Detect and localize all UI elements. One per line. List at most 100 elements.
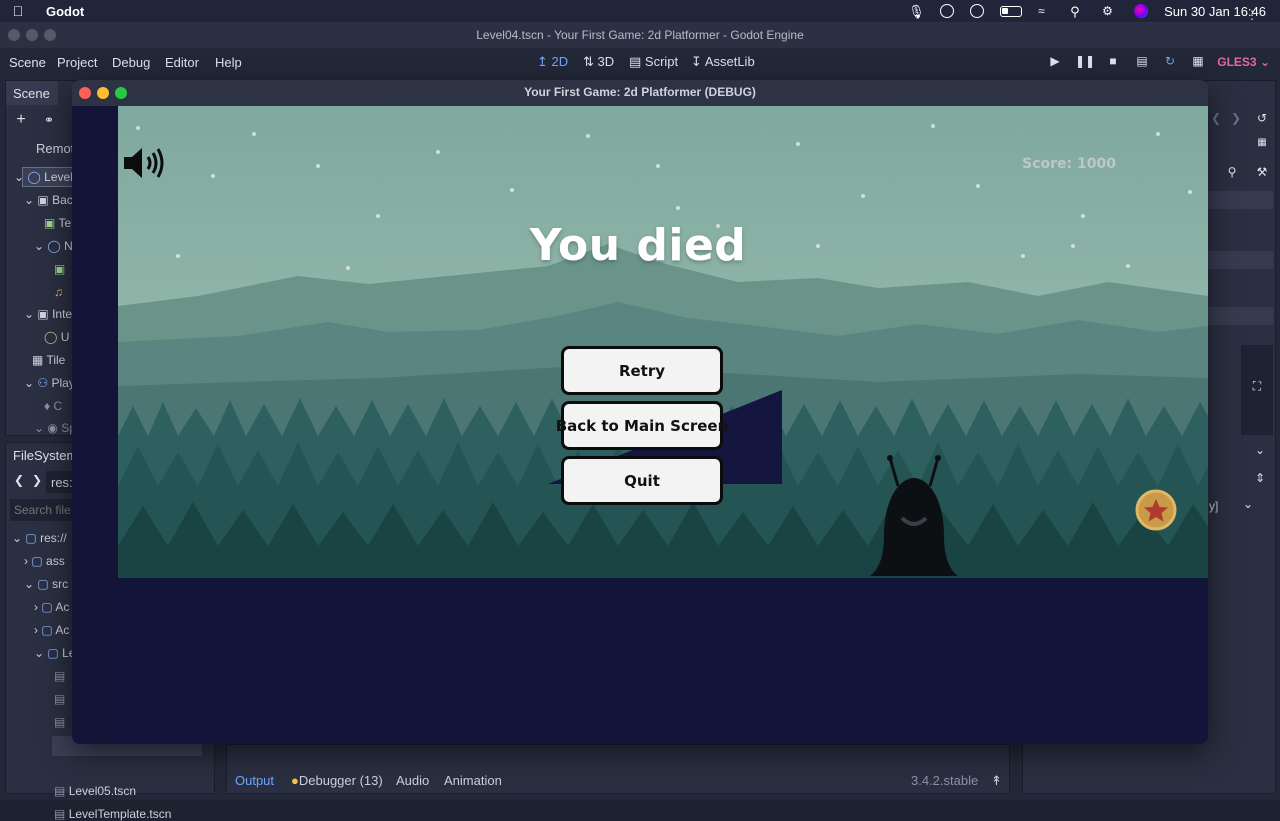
siri-icon[interactable]	[1134, 4, 1149, 18]
property-row	[1203, 191, 1273, 209]
tree-item-player[interactable]: ⌄ ⚇ Play	[24, 376, 75, 390]
tree-item-texture[interactable]: ▣ Te	[44, 216, 71, 230]
tree-item-background[interactable]: ⌄ ▣ Bac	[24, 193, 73, 207]
fs-item-assets[interactable]: › ▢ ass	[24, 554, 65, 568]
tree-item-level[interactable]: ⌄ ◯ Level	[14, 170, 73, 184]
reload-icon[interactable]: ↻	[1161, 54, 1179, 68]
fs-item-leveltemplate[interactable]: ▤ LevelTemplate.tscn	[54, 807, 171, 821]
menu-editor[interactable]: Editor	[165, 55, 199, 70]
tree-item-tilemap[interactable]: ▦ Tile	[32, 353, 65, 367]
warning-dot-icon: ●	[291, 773, 299, 788]
next-icon[interactable]: ❯	[1227, 111, 1245, 125]
mode-3d-button[interactable]: ⇅ 3D	[583, 54, 614, 70]
remote-tab[interactable]: Remot	[36, 141, 74, 156]
tab-audio[interactable]: Audio	[396, 773, 429, 788]
battery-icon[interactable]	[1000, 5, 1023, 17]
fs-item-level05[interactable]: ▤ Level05.tscn	[54, 784, 136, 798]
game-zoom-button[interactable]	[115, 87, 127, 99]
play-circle-icon[interactable]	[970, 4, 985, 18]
tab-filesystem[interactable]: FileSystem	[13, 448, 77, 463]
editor-close-button[interactable]	[8, 29, 20, 41]
retry-button[interactable]: Retry	[561, 346, 723, 395]
game-debug-window: Your First Game: 2d Platformer (DEBUG) S…	[72, 80, 1208, 744]
fs-item-actors[interactable]: › ▢ Ac	[34, 600, 69, 614]
scene-file-icon[interactable]: ▤	[54, 715, 65, 729]
bottom-tabs: Output ●Debugger (13) Audio Animation 3.…	[235, 773, 1005, 793]
editor-minimize-button[interactable]	[26, 29, 38, 41]
stop-icon[interactable]: ■	[1104, 54, 1122, 68]
menu-debug[interactable]: Debug	[112, 55, 150, 70]
2d-icon: ↥	[537, 54, 548, 69]
stepper-icon[interactable]: ⇕	[1251, 471, 1269, 485]
menubar-status-area: 🎙 ≈ ⚲ ⚙ Sun 30 Jan 16:46	[908, 0, 1266, 22]
tab-debugger[interactable]: ●Debugger (13)	[291, 773, 383, 788]
tree-item-collision[interactable]: ♦ C	[44, 399, 62, 413]
add-node-icon[interactable]: +	[12, 111, 30, 129]
fs-item-autoload[interactable]: › ▢ Ac	[34, 623, 69, 637]
spotlight-search-icon[interactable]: ⚲	[1070, 4, 1086, 19]
expand-panel-icon[interactable]: ↟	[991, 773, 1002, 789]
inspector-value-fragment: y]	[1209, 499, 1219, 513]
play-scene-icon[interactable]: ▤	[1133, 54, 1151, 68]
fs-item-src[interactable]: ⌄ ▢ src	[24, 577, 68, 591]
forward-icon[interactable]: ❯	[28, 473, 46, 487]
microphone-icon[interactable]: 🎙	[908, 4, 925, 19]
scene-file-icon[interactable]: ▤	[54, 692, 65, 706]
scene-file-icon[interactable]: ▤	[54, 669, 65, 683]
history-icon[interactable]: ↺	[1253, 111, 1271, 125]
tools-icon[interactable]: ⚒	[1253, 165, 1271, 179]
prev-icon[interactable]: ❮	[1207, 111, 1225, 125]
link-icon[interactable]: ⚭	[40, 113, 58, 127]
mode-script-button[interactable]: ▤ Script	[629, 54, 678, 70]
game-window-title: Your First Game: 2d Platformer (DEBUG)	[524, 85, 756, 99]
speaker-icon[interactable]	[122, 146, 170, 180]
bottom-panel: Output ●Debugger (13) Audio Animation 3.…	[226, 744, 1010, 794]
3d-icon: ⇅	[583, 54, 594, 69]
menu-help[interactable]: Help	[215, 55, 242, 70]
apple-menu-icon[interactable]: 	[0, 3, 36, 19]
tab-output[interactable]: Output	[235, 773, 274, 788]
renderer-select[interactable]: GLES3 ⌄	[1217, 55, 1270, 69]
audio-player-icon[interactable]: ♫	[54, 285, 63, 299]
play-icon[interactable]: ▶	[1046, 54, 1064, 68]
app-menu-godot[interactable]: Godot	[46, 4, 84, 19]
back-to-main-screen-button[interactable]: Back to Main Screen	[556, 401, 728, 450]
editor-zoom-button[interactable]	[44, 29, 56, 41]
tree-item-node[interactable]: ⌄ ◯ N	[34, 239, 73, 253]
more-icon[interactable]: ⋮	[1243, 8, 1261, 22]
menu-project[interactable]: Project	[57, 55, 97, 70]
ground-area	[118, 578, 1208, 744]
game-minimize-button[interactable]	[97, 87, 109, 99]
play-custom-scene-icon[interactable]: ▦	[1189, 54, 1207, 68]
fs-item-res[interactable]: ⌄ ▢ res://	[12, 531, 67, 545]
editor-window-title: Level04.tscn - Your First Game: 2d Platf…	[476, 28, 804, 42]
you-died-heading: You died	[529, 220, 747, 271]
tab-scene[interactable]: Scene	[6, 81, 58, 105]
doc-icon[interactable]: ▦	[1253, 137, 1271, 148]
fullscreen-icon[interactable]: ⛶	[1248, 379, 1266, 394]
script-icon: ▤	[629, 54, 642, 69]
quit-button[interactable]: Quit	[561, 456, 723, 505]
dropdown-chevron-icon[interactable]: ⌄	[1251, 443, 1269, 457]
game-close-button[interactable]	[79, 87, 91, 99]
tab-animation[interactable]: Animation	[444, 773, 502, 788]
grammarly-icon[interactable]	[940, 4, 955, 18]
animation-player-icon[interactable]: ▣	[54, 262, 65, 276]
property-row	[1203, 251, 1273, 269]
fs-item-levels[interactable]: ⌄ ▢ Le	[34, 646, 75, 660]
assetlib-icon: ↧	[691, 54, 702, 69]
wifi-icon[interactable]: ≈	[1038, 4, 1054, 18]
mode-assetlib-button[interactable]: ↧ AssetLib	[691, 54, 755, 70]
mode-2d-button[interactable]: ↥ 2D	[537, 54, 568, 70]
pause-icon[interactable]: ❚❚	[1075, 54, 1095, 68]
tree-item-ui[interactable]: ◯ U	[44, 330, 69, 344]
tree-item-sprite[interactable]: ⌄ ◉ Sp	[34, 421, 76, 435]
editor-title-bar: Level04.tscn - Your First Game: 2d Platf…	[0, 22, 1280, 48]
control-center-icon[interactable]: ⚙	[1102, 4, 1118, 18]
filter-search-icon[interactable]: ⚲	[1223, 165, 1241, 179]
tree-item-interface[interactable]: ⌄ ▣ Inte	[24, 307, 72, 321]
menu-scene[interactable]: Scene	[9, 55, 46, 70]
game-scene: Score: 1000 You died Retry Back to Main …	[118, 106, 1208, 578]
dropdown-chevron-icon[interactable]: ⌄	[1239, 497, 1257, 511]
back-icon[interactable]: ❮	[10, 473, 28, 487]
